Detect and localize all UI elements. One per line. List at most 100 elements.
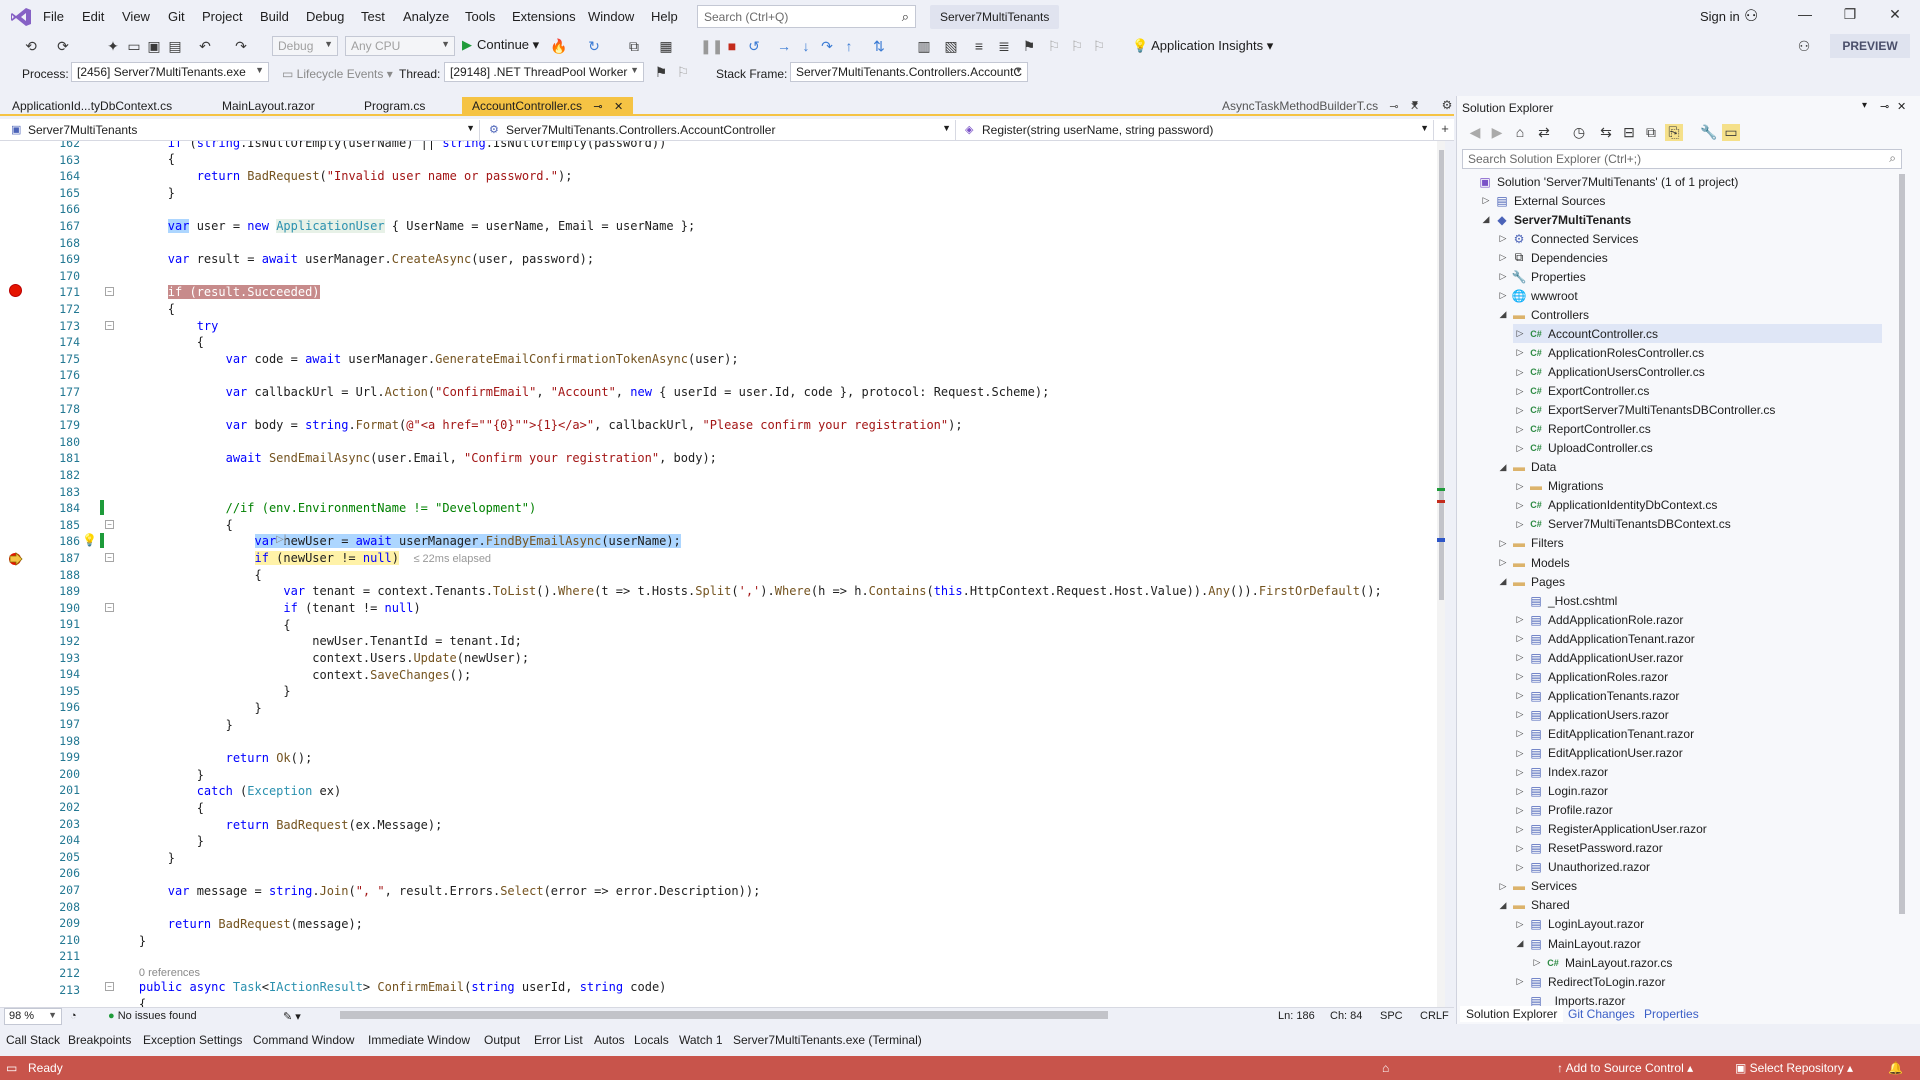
switch-views-icon[interactable]: ⇄ xyxy=(1535,124,1553,141)
tree-item[interactable]: ▷ ▬ Filters xyxy=(1496,534,1564,553)
solution-explorer-search-input[interactable]: Search Solution Explorer (Ctrl+;) ⌕ xyxy=(1462,149,1902,169)
tool-tab-autos[interactable]: Autos xyxy=(594,1033,625,1047)
menu-view[interactable]: View xyxy=(122,9,150,24)
tree-item[interactable]: ▷ C# ApplicationUsersController.cs xyxy=(1513,363,1705,382)
select-repository-button[interactable]: ▣ Select Repository ▴ xyxy=(1735,1061,1853,1075)
tab-properties[interactable]: Properties xyxy=(1638,1006,1705,1022)
home-icon[interactable]: ⌂ xyxy=(1511,124,1529,140)
panel-dropdown-icon[interactable]: ▾ xyxy=(1862,100,1867,111)
collapsed-arrow-icon[interactable]: ▷ xyxy=(1513,786,1527,797)
run-to-click-icon[interactable]: ▷| xyxy=(276,534,286,545)
collapsed-arrow-icon[interactable]: ▷ xyxy=(1513,405,1527,416)
tree-item[interactable]: ▷ ▤ ResetPassword.razor xyxy=(1513,839,1663,858)
expanded-arrow-icon[interactable]: ◢ xyxy=(1496,900,1510,911)
collapse-toggle[interactable]: − xyxy=(105,982,114,991)
lightbulb-icon[interactable]: 💡 xyxy=(82,533,97,547)
menu-window[interactable]: Window xyxy=(588,9,634,24)
output-icon[interactable]: ▭ xyxy=(6,1061,17,1075)
references-hint[interactable]: 0 references xyxy=(139,967,200,979)
menu-edit[interactable]: Edit xyxy=(82,9,104,24)
tree-item[interactable]: ◢ ▬ Pages xyxy=(1496,572,1566,591)
scrollbar-thumb[interactable] xyxy=(1439,150,1444,600)
tab-git-changes[interactable]: Git Changes xyxy=(1562,1006,1641,1022)
collapsed-arrow-icon[interactable]: ▷ xyxy=(1513,386,1527,397)
undo-icon[interactable]: ↶ xyxy=(196,38,214,55)
line-ending-indicator[interactable]: CRLF xyxy=(1420,1010,1449,1022)
step-filter-icon[interactable]: ⇅ xyxy=(870,38,888,55)
class-nav-select[interactable]: ⚙ Server7MultiTenants.Controllers.Accoun… xyxy=(484,120,956,140)
tree-item[interactable]: ▷ C# UploadController.cs xyxy=(1513,439,1653,458)
tool-tab-call-stack[interactable]: Call Stack xyxy=(6,1033,60,1047)
preview-selected-icon[interactable]: ⎘ xyxy=(1665,124,1683,141)
tree-item[interactable]: ▷ ▤ AddApplicationUser.razor xyxy=(1513,648,1684,667)
step-out-icon[interactable]: ↑ xyxy=(840,38,858,54)
tool-tab-locals[interactable]: Locals xyxy=(634,1033,669,1047)
instruction-pointer-icon[interactable] xyxy=(8,552,23,566)
member-nav-select[interactable]: ◈ Register(string userName, string passw… xyxy=(960,120,1434,140)
preview-toggle-icon[interactable]: ▭ xyxy=(1722,124,1740,141)
menu-debug[interactable]: Debug xyxy=(306,9,344,24)
outdent-icon[interactable]: ≣ xyxy=(995,38,1013,55)
restore-icon[interactable]: ❐ xyxy=(1830,6,1870,23)
menu-help[interactable]: Help xyxy=(651,9,678,24)
tree-item[interactable]: ▷ ▤ AddApplicationRole.razor xyxy=(1513,610,1684,629)
notification-icon[interactable]: ⌂ xyxy=(1382,1061,1389,1075)
expanded-arrow-icon[interactable]: ◢ xyxy=(1496,462,1510,473)
layout-icon[interactable]: ▦ xyxy=(657,38,675,55)
pending-changes-icon[interactable]: ◷ xyxy=(1570,124,1588,141)
tool-tab-server7multitenants-exe-terminal[interactable]: Server7MultiTenants.exe (Terminal) xyxy=(733,1033,922,1047)
add-source-control-button[interactable]: ↑ Add to Source Control ▴ xyxy=(1557,1061,1693,1075)
tool-tab-exception-settings[interactable]: Exception Settings xyxy=(143,1033,242,1047)
tree-item[interactable]: ▷ 🔧 Properties xyxy=(1496,267,1586,286)
expanded-arrow-icon[interactable]: ◢ xyxy=(1513,938,1527,949)
tree-item[interactable]: ▤ _Host.cshtml xyxy=(1513,591,1617,610)
restart-icon[interactable]: ↻ xyxy=(585,38,603,55)
hot-reload-icon[interactable]: 🔥 xyxy=(550,38,568,55)
tree-item[interactable]: ▷ C# ExportController.cs xyxy=(1513,382,1650,401)
stop-icon[interactable]: ■ xyxy=(723,38,741,54)
pin-icon[interactable]: ⊸ xyxy=(1880,100,1889,113)
menu-tools[interactable]: Tools xyxy=(465,9,495,24)
collapsed-arrow-icon[interactable]: ▷ xyxy=(1513,805,1527,816)
tool-tab-breakpoints[interactable]: Breakpoints xyxy=(68,1033,131,1047)
code-cleanup-icon[interactable]: ✎ ▾ xyxy=(283,1010,301,1023)
tree-item[interactable]: ▷ ▤ Profile.razor xyxy=(1513,801,1613,820)
tree-item[interactable]: ▷ ▤ Login.razor xyxy=(1513,782,1609,801)
split-editor-icon[interactable]: + xyxy=(1436,121,1454,136)
thread-select[interactable]: [29148] .NET ThreadPool Worker ▼ xyxy=(444,62,644,82)
collapse-toggle[interactable]: − xyxy=(105,603,114,612)
bookmark-icon[interactable]: ⚑ xyxy=(1020,38,1038,55)
flag-just-my-code-icon[interactable]: ⚐ xyxy=(674,64,692,81)
global-search-input[interactable]: Search (Ctrl+Q) ⌕ xyxy=(697,5,916,28)
clear-bookmarks-icon[interactable]: ⚐ xyxy=(1090,38,1108,55)
process-select[interactable]: [2456] Server7MultiTenants.exe ▼ xyxy=(71,62,269,82)
tree-item[interactable]: ▷ C# ApplicationRolesController.cs xyxy=(1513,343,1705,362)
collapsed-arrow-icon[interactable]: ▷ xyxy=(1530,957,1544,968)
tree-item[interactable]: ▷ ⧉ Dependencies xyxy=(1496,248,1608,267)
pause-icon[interactable]: ❚❚ xyxy=(700,38,723,55)
tree-item[interactable]: ▷ ▤ External Sources xyxy=(1479,191,1606,210)
browser-link-icon[interactable]: ⧉ xyxy=(625,38,643,55)
step-into-icon[interactable]: ↓ xyxy=(797,38,815,54)
tree-item[interactable]: ▷ ▤ EditApplicationTenant.razor xyxy=(1513,724,1695,743)
collapsed-arrow-icon[interactable]: ▷ xyxy=(1513,347,1527,358)
collapsed-arrow-icon[interactable]: ▷ xyxy=(1496,881,1510,892)
collapse-toggle[interactable]: − xyxy=(105,321,114,330)
tree-item[interactable]: ◢ ▬ Shared xyxy=(1496,896,1570,915)
menu-test[interactable]: Test xyxy=(361,9,385,24)
tree-item[interactable]: ▷ ▤ Index.razor xyxy=(1513,763,1609,782)
horizontal-scrollbar[interactable] xyxy=(340,1011,1108,1019)
tab-mainlayout[interactable]: MainLayout.razor xyxy=(212,97,325,115)
show-next-statement-icon[interactable]: → xyxy=(775,38,793,54)
collapse-toggle[interactable]: − xyxy=(105,520,114,529)
live-share-icon[interactable]: ⚇ xyxy=(1795,38,1813,55)
collapsed-arrow-icon[interactable]: ▷ xyxy=(1513,709,1527,720)
tab-applicationidentitydbcontext[interactable]: ApplicationId...tyDbContext.cs xyxy=(2,97,182,115)
collapsed-arrow-icon[interactable]: ▷ xyxy=(1513,824,1527,835)
tool-tab-immediate-window[interactable]: Immediate Window xyxy=(368,1033,470,1047)
menu-extensions[interactable]: Extensions xyxy=(512,9,576,24)
collapsed-arrow-icon[interactable]: ▷ xyxy=(1513,519,1527,530)
lifecycle-events-button[interactable]: ▭ Lifecycle Events ▾ xyxy=(282,67,393,81)
collapsed-arrow-icon[interactable]: ▷ xyxy=(1496,233,1510,244)
tree-item[interactable]: ▷ C# AccountController.cs xyxy=(1513,324,1882,344)
